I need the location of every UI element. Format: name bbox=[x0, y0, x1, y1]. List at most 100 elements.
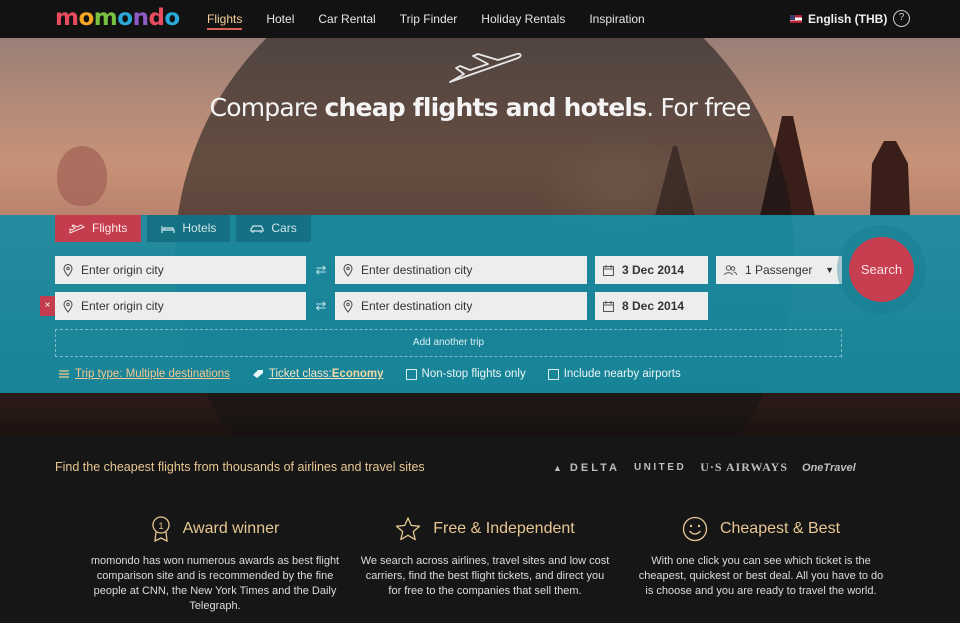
date-value-2: 8 Dec 2014 bbox=[622, 299, 685, 313]
language-label: English (THB) bbox=[808, 12, 888, 26]
checkbox-box[interactable] bbox=[405, 368, 417, 380]
temple-silhouette bbox=[870, 141, 910, 216]
tab-label: Cars bbox=[271, 221, 297, 235]
search-button[interactable]: Search bbox=[849, 237, 914, 302]
nav-item-car-rental[interactable]: Car Rental bbox=[318, 0, 375, 38]
united-logo: UNITED bbox=[633, 462, 687, 473]
trip-type-label: Trip type: Multiple destinations bbox=[75, 368, 230, 380]
feature-title-text: Cheapest & Best bbox=[719, 520, 841, 537]
nearby-airports-checkbox[interactable]: Include nearby airports bbox=[547, 368, 681, 380]
swap-arrows-icon[interactable]: ⇄ bbox=[313, 298, 329, 314]
logo-letter: o bbox=[117, 5, 133, 31]
tab-flights[interactable]: Flights bbox=[55, 215, 142, 242]
nav-item-holiday-rentals[interactable]: Holiday Rentals bbox=[481, 0, 565, 38]
origin-input-1[interactable] bbox=[81, 263, 306, 277]
smiley-icon bbox=[682, 516, 708, 542]
destination-field-1[interactable] bbox=[335, 256, 587, 284]
logo-letter: d bbox=[148, 5, 165, 31]
us-airways-logo: U·S AIRWAYS bbox=[700, 460, 789, 474]
ticket-class-label: Ticket class: bbox=[268, 368, 332, 380]
language-selector[interactable]: English (THB) bbox=[790, 0, 887, 38]
headline-bold: cheap flights and hotels bbox=[324, 93, 647, 122]
passenger-value: 1 Passenger bbox=[745, 263, 813, 277]
chevron-down-icon: ▼ bbox=[825, 265, 834, 275]
tab-hotels[interactable]: Hotels bbox=[147, 215, 231, 242]
origin-field-2[interactable] bbox=[55, 292, 306, 320]
logo-letter: o bbox=[78, 5, 94, 31]
airplane-icon bbox=[449, 52, 522, 83]
logo-letter: o bbox=[164, 5, 180, 31]
feature-award-winner: 1 Award winner momondo has won numerous … bbox=[90, 516, 340, 614]
nav-item-flights[interactable]: Flights bbox=[207, 0, 243, 38]
nav-item-hotel[interactable]: Hotel bbox=[266, 0, 294, 38]
logo-letter: m bbox=[55, 5, 79, 31]
svg-text:1: 1 bbox=[158, 521, 163, 531]
feature-title-text: Free & Independent bbox=[433, 520, 575, 537]
delta-logo: DELTA bbox=[553, 462, 620, 474]
feature-description: momondo has won numerous awards as best … bbox=[90, 555, 340, 612]
add-another-trip-button[interactable]: Add another trip bbox=[55, 329, 842, 357]
hot-air-balloon-image bbox=[57, 146, 107, 206]
logo-letter: n bbox=[132, 5, 149, 31]
headline-part: . For free bbox=[646, 93, 751, 122]
feature-cheapest-best: Cheapest & Best With one click you can s… bbox=[636, 516, 886, 599]
checkbox-box[interactable] bbox=[547, 368, 559, 380]
car-icon bbox=[250, 224, 264, 233]
location-pin-icon bbox=[343, 263, 353, 277]
origin-field-1[interactable] bbox=[55, 256, 306, 284]
date-field-2[interactable]: 8 Dec 2014 bbox=[595, 292, 708, 320]
tab-cars[interactable]: Cars bbox=[236, 215, 311, 242]
onetravel-logo: OneTravel bbox=[802, 461, 856, 474]
feature-description: We search across airlines, travel sites … bbox=[360, 555, 610, 597]
features-section: Find the cheapest flights from thousands… bbox=[0, 436, 960, 623]
location-pin-icon bbox=[63, 263, 73, 277]
partners-tagline: Find the cheapest flights from thousands… bbox=[55, 460, 425, 474]
feature-free-independent: Free & Independent We search across airl… bbox=[360, 516, 610, 599]
nearby-airports-label: Include nearby airports bbox=[563, 368, 681, 380]
origin-input-2[interactable] bbox=[81, 299, 306, 313]
ticket-icon bbox=[252, 370, 263, 378]
trip-type-icon bbox=[59, 370, 69, 378]
headline-part: Compare bbox=[209, 93, 325, 122]
nonstop-label: Non-stop flights only bbox=[421, 368, 526, 380]
trip-type-selector[interactable]: Trip type: Multiple destinations bbox=[58, 368, 230, 380]
ticket-class-selector[interactable]: Ticket class: Economy bbox=[252, 368, 384, 380]
destination-input-2[interactable] bbox=[361, 299, 587, 313]
destination-input-1[interactable] bbox=[361, 263, 587, 277]
passenger-select[interactable]: 1 Passenger ▼ bbox=[716, 256, 842, 284]
passenger-icon bbox=[724, 264, 737, 275]
search-tabs: Flights Hotels Cars bbox=[55, 215, 317, 242]
date-value-1: 3 Dec 2014 bbox=[622, 263, 685, 277]
nav-item-inspiration[interactable]: Inspiration bbox=[589, 0, 644, 38]
location-pin-icon bbox=[343, 299, 353, 313]
location-pin-icon bbox=[63, 299, 73, 313]
remove-trip-button[interactable]: × bbox=[40, 296, 55, 316]
feature-title: Cheapest & Best bbox=[636, 516, 886, 542]
calendar-icon bbox=[603, 264, 614, 276]
feature-title-text: Award winner bbox=[182, 520, 280, 537]
bed-icon bbox=[161, 225, 175, 233]
star-icon bbox=[396, 517, 421, 541]
nonstop-checkbox[interactable]: Non-stop flights only bbox=[405, 368, 526, 380]
feature-title: Free & Independent bbox=[360, 516, 610, 542]
ticket-class-value: Economy bbox=[331, 368, 384, 380]
tab-label: Flights bbox=[92, 221, 128, 235]
logo-letter: m bbox=[93, 5, 118, 31]
swap-arrows-icon[interactable]: ⇄ bbox=[313, 262, 329, 278]
search-options: Trip type: Multiple destinations Ticket … bbox=[58, 366, 703, 382]
page-headline: Compare cheap flights and hotels. For fr… bbox=[0, 93, 960, 122]
feature-title: 1 Award winner bbox=[90, 516, 340, 542]
feature-description: With one click you can see which ticket … bbox=[638, 555, 884, 597]
main-nav: Flights Hotel Car Rental Trip Finder Hol… bbox=[207, 0, 669, 38]
us-flag-icon bbox=[790, 15, 802, 23]
tab-label: Hotels bbox=[182, 221, 217, 235]
award-medal-icon: 1 bbox=[152, 516, 170, 542]
plane-icon bbox=[69, 223, 85, 234]
momondo-logo[interactable]: momondo bbox=[55, 5, 180, 31]
top-navigation-bar: momondo Flights Hotel Car Rental Trip Fi… bbox=[0, 0, 960, 38]
nav-item-trip-finder[interactable]: Trip Finder bbox=[400, 0, 458, 38]
date-field-1[interactable]: 3 Dec 2014 bbox=[595, 256, 708, 284]
question-icon[interactable]: ? bbox=[893, 10, 910, 27]
destination-field-2[interactable] bbox=[335, 292, 587, 320]
calendar-icon bbox=[603, 300, 614, 312]
